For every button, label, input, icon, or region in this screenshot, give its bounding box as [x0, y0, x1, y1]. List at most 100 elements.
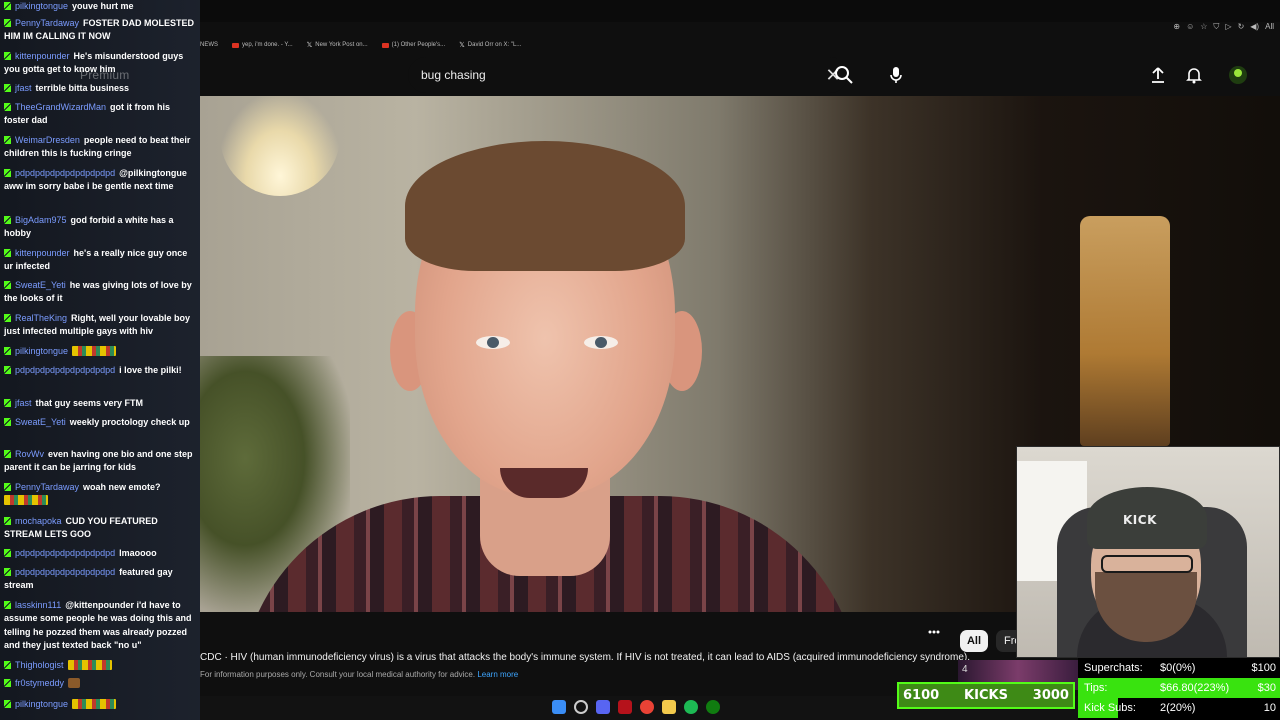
chat-username[interactable]: SweatE_Yeti	[15, 280, 66, 290]
kick-badge-icon	[4, 19, 11, 27]
chat-username[interactable]: pdpdpdpdpdpdpdpdpdpd	[15, 548, 115, 558]
bookmark-nypost[interactable]: 𝕏 New York Post on...	[307, 41, 368, 49]
kick-badge-icon	[4, 366, 11, 374]
chat-username[interactable]: PennyTardaway	[15, 482, 79, 492]
chat-username[interactable]: SweatE_Yeti	[15, 417, 66, 427]
youtube-icon	[232, 42, 239, 48]
chat-username[interactable]: kittenpounder	[15, 248, 70, 258]
avatar[interactable]	[1228, 65, 1248, 85]
more-icon[interactable]	[928, 630, 940, 634]
chat-username[interactable]: jfast	[15, 398, 32, 408]
knowledge-panel: CDC · HIV (human immunodeficiency virus)…	[200, 612, 970, 692]
kick-badge-icon	[4, 216, 11, 224]
chat-username[interactable]: TheeGrandWizardMan	[15, 102, 106, 112]
kick-badge-icon	[4, 52, 11, 60]
kicks-label: KICKS	[964, 688, 1008, 703]
learn-more-link[interactable]: Learn more	[477, 670, 518, 679]
star-icon[interactable]: ☆	[1200, 22, 1207, 32]
chat-username[interactable]: pilkingtongue	[15, 346, 68, 356]
upload-icon[interactable]	[1148, 65, 1168, 85]
volume-icon[interactable]: ◀)	[1250, 22, 1259, 32]
kick-badge-icon	[4, 661, 11, 669]
chat-username[interactable]: pdpdpdpdpdpdpdpdpdpd	[15, 567, 115, 577]
chat-text: i love the pilki!	[119, 365, 182, 375]
chat-username[interactable]: jfast	[15, 83, 32, 93]
bell-icon[interactable]	[1184, 65, 1204, 85]
person-eye	[584, 336, 618, 349]
chat-username[interactable]: pdpdpdpdpdpdpdpdpdpd	[15, 365, 115, 375]
chat-username[interactable]: WeimarDresden	[15, 135, 80, 145]
mic-icon[interactable]	[885, 64, 907, 86]
search-icon[interactable]	[574, 700, 588, 714]
chat-message: pilkingtongue youve hurt me	[4, 0, 196, 13]
kick-badge-icon	[4, 601, 11, 609]
chat-username[interactable]: pilkingtongue	[15, 699, 68, 709]
emote-icon	[68, 678, 81, 688]
windows-start-icon[interactable]	[552, 700, 566, 714]
chat-username[interactable]: pdpdpdpdpdpdpdpdpdpd	[15, 168, 115, 178]
chat-username[interactable]: fr0stymeddy	[15, 678, 64, 688]
chat-message: kittenpounder he's a really nice guy once…	[4, 247, 196, 274]
x-icon: 𝕏	[306, 42, 313, 49]
chat-username[interactable]: kittenpounder	[15, 51, 70, 61]
search-input[interactable]: bug chasing	[421, 68, 818, 82]
bookmark-news[interactable]: NEWS	[200, 42, 218, 48]
chat-username[interactable]: PennyTardaway	[15, 18, 79, 28]
chat-username[interactable]: RovWv	[15, 449, 44, 459]
kick-badge-icon	[4, 399, 11, 407]
lamp	[220, 96, 340, 196]
kick-badge-icon	[4, 136, 11, 144]
xbox-icon[interactable]	[706, 700, 720, 714]
app-icon[interactable]	[618, 700, 632, 714]
chat-text: lmaoooo	[119, 548, 157, 558]
chat-message: PennyTardaway woah new emote?	[4, 481, 196, 508]
chat-message: pilkingtongue	[4, 345, 196, 358]
chat-text: that guy seems very FTM	[35, 398, 144, 408]
chat-message: jfast that guy seems very FTM	[4, 397, 196, 410]
bookmark-david-orr[interactable]: 𝕏 David Orr on X: "L...	[459, 41, 521, 49]
emote-icon	[72, 699, 117, 709]
superchats-row: Superchats: $0(0%) $100	[1084, 662, 1276, 674]
emoji-icon[interactable]: ☺	[1186, 22, 1194, 32]
search-box[interactable]: bug chasing ✕	[408, 57, 848, 93]
tips-row: Tips: $66.80(223%) $30	[1078, 678, 1280, 698]
chat-username[interactable]: Thighologist	[15, 660, 64, 670]
youtube-header: bug chasing ✕	[200, 56, 1280, 96]
chrome-icon[interactable]	[640, 700, 654, 714]
emote-icon	[72, 346, 117, 356]
kick-badge-icon	[4, 483, 11, 491]
panel-description: CDC · HIV (human immunodeficiency virus)…	[200, 652, 970, 663]
chip-all[interactable]: All	[960, 630, 988, 652]
chat-message: SweatE_Yeti he was giving lots of love by…	[4, 279, 196, 306]
thumbnail-number: 4	[962, 664, 968, 675]
ai-label[interactable]: All	[1265, 22, 1274, 32]
chat-message: RealTheKing Right, well your lovable boy …	[4, 312, 196, 339]
shield-icon[interactable]: ⛉	[1213, 22, 1219, 32]
kicks-count: 6100	[903, 688, 940, 703]
person-hair	[405, 141, 685, 271]
chat-username[interactable]: mochapoka	[15, 516, 62, 526]
webcam-overlay: KICK	[1016, 446, 1280, 658]
chat-username[interactable]: RealTheKing	[15, 313, 67, 323]
chat-message: pdpdpdpdpdpdpdpdpdpd lmaoooo	[4, 547, 196, 560]
bookmark-other-people[interactable]: (1) Other People's...	[381, 42, 445, 48]
streamer-glasses	[1101, 555, 1193, 573]
zoom-icon[interactable]: ⊕	[1173, 22, 1180, 32]
chat-username[interactable]: pilkingtongue	[15, 1, 68, 11]
kick-badge-icon	[4, 679, 11, 687]
refresh-icon[interactable]: ↻	[1238, 22, 1245, 32]
folder-icon[interactable]	[662, 700, 676, 714]
search-icon[interactable]	[832, 63, 856, 87]
chat-text: terrible bitta business	[35, 83, 130, 93]
chat-username[interactable]: BigAdam975	[15, 215, 67, 225]
chat-message: Thighologist	[4, 659, 196, 672]
chat-text: weekly proctology check up	[69, 417, 190, 427]
play-icon[interactable]: ▷	[1225, 22, 1231, 32]
chat-username[interactable]: lasskinn111	[15, 600, 61, 610]
spotify-icon[interactable]	[684, 700, 698, 714]
kick-badge-icon	[4, 347, 11, 355]
bookmark-youtube[interactable]: yep, i'm done. - Y...	[232, 42, 293, 48]
discord-icon[interactable]	[596, 700, 610, 714]
kicks-goal: 3000	[1032, 688, 1069, 703]
kick-badge-icon	[4, 281, 11, 289]
